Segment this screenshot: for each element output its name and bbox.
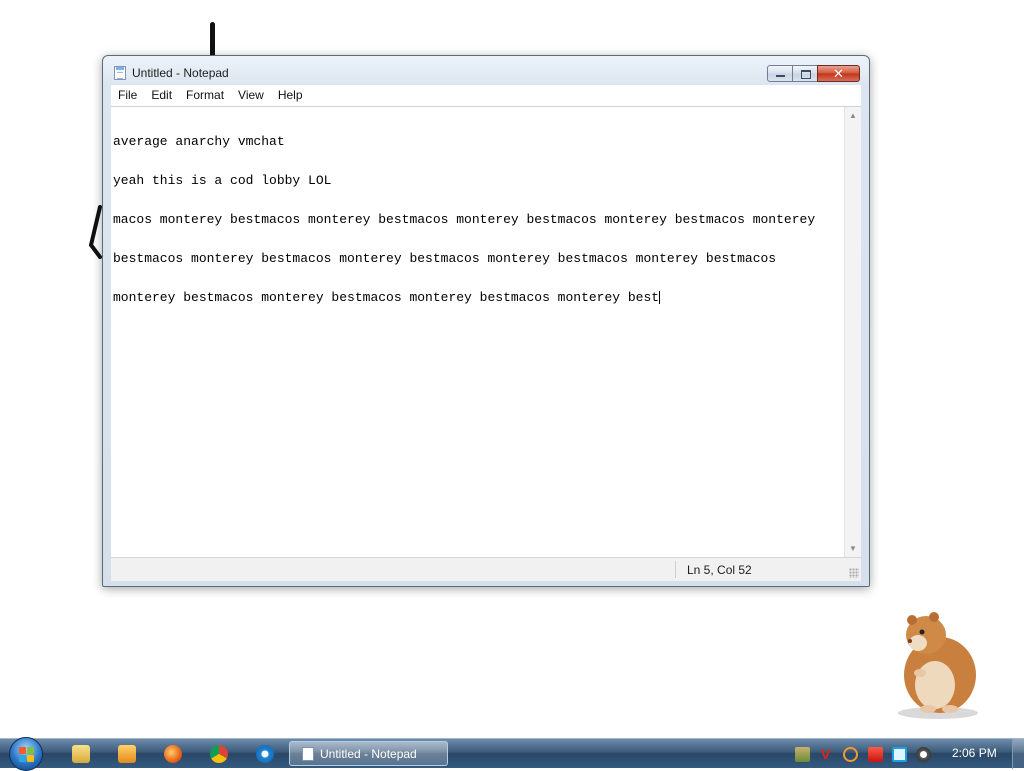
notepad-window: Untitled - Notepad ✕ File Edit Format Vi… <box>102 55 870 587</box>
text-line: macos monterey bestmacos monterey bestma… <box>113 212 816 227</box>
vertical-scrollbar[interactable]: ▲ ▼ <box>844 107 861 557</box>
show-desktop-button[interactable] <box>1012 739 1024 769</box>
window-title: Untitled - Notepad <box>132 66 229 80</box>
windows-logo-red <box>19 747 26 754</box>
windows-logo-blue <box>19 755 26 762</box>
text-line-content: monterey bestmacos monterey bestmacos mo… <box>113 290 660 305</box>
taskbar-notepad-button[interactable]: Untitled - Notepad <box>289 741 448 766</box>
desktop-pen-stroke-left <box>88 205 102 259</box>
flag-icon[interactable] <box>868 747 883 762</box>
desktop-pen-stroke <box>210 22 215 58</box>
game-icon[interactable] <box>795 747 810 762</box>
system-clock[interactable]: 2:06 PM <box>952 746 997 760</box>
v-icon[interactable]: V <box>818 747 833 762</box>
title-bar[interactable]: Untitled - Notepad ✕ <box>103 56 869 86</box>
windows-logo-yellow <box>27 755 34 762</box>
chrome-icon[interactable] <box>210 745 228 763</box>
menu-view[interactable]: View <box>231 86 271 105</box>
resize-grip-icon[interactable] <box>849 568 859 578</box>
notepad-icon <box>302 747 314 761</box>
media-player-icon[interactable] <box>118 745 136 763</box>
text-content[interactable]: average anarchy vmchat yeah this is a co… <box>113 109 845 549</box>
caption-buttons: ✕ <box>767 65 860 82</box>
internet-explorer-icon[interactable] <box>256 745 274 763</box>
hamster-image <box>898 612 978 719</box>
close-icon: ✕ <box>833 66 844 81</box>
status-bar: Ln 5, Col 52 <box>111 557 861 581</box>
minimize-icon <box>776 75 785 77</box>
text-line: yeah this is a cod lobby LOL <box>113 173 332 188</box>
windows-explorer-icon[interactable] <box>72 745 90 763</box>
menu-edit[interactable]: Edit <box>144 86 179 105</box>
taskbar-task-label: Untitled - Notepad <box>320 747 417 761</box>
cursor-position: Ln 5, Col 52 <box>687 563 752 577</box>
close-button[interactable]: ✕ <box>817 65 860 82</box>
menu-file[interactable]: File <box>111 86 144 105</box>
volume-icon[interactable] <box>916 747 931 762</box>
status-divider <box>675 561 676 578</box>
maximize-icon <box>801 70 811 79</box>
text-caret <box>659 291 661 304</box>
menu-format[interactable]: Format <box>179 86 231 105</box>
start-button[interactable] <box>9 737 43 771</box>
search-tray-icon[interactable] <box>843 747 858 762</box>
scroll-up-arrow-icon[interactable]: ▲ <box>845 107 861 124</box>
windows-logo-green <box>27 747 34 754</box>
text-line-current: monterey bestmacos monterey bestmacos mo… <box>113 291 845 304</box>
network-icon[interactable] <box>892 747 907 762</box>
text-editor[interactable]: average anarchy vmchat yeah this is a co… <box>111 106 861 557</box>
maximize-button[interactable] <box>792 65 818 82</box>
scroll-down-arrow-icon[interactable]: ▼ <box>845 540 861 557</box>
notepad-icon[interactable] <box>114 66 126 80</box>
minimize-button[interactable] <box>767 65 793 82</box>
text-line: bestmacos monterey bestmacos monterey be… <box>113 251 777 266</box>
menu-help[interactable]: Help <box>271 86 310 105</box>
taskbar: Untitled - Notepad V 2:06 PM <box>0 737 1024 771</box>
desktop: Untitled - Notepad ✕ File Edit Format Vi… <box>0 0 1024 738</box>
text-line: average anarchy vmchat <box>113 134 285 149</box>
firefox-icon[interactable] <box>164 745 182 763</box>
menu-bar: File Edit Format View Help <box>111 85 861 106</box>
